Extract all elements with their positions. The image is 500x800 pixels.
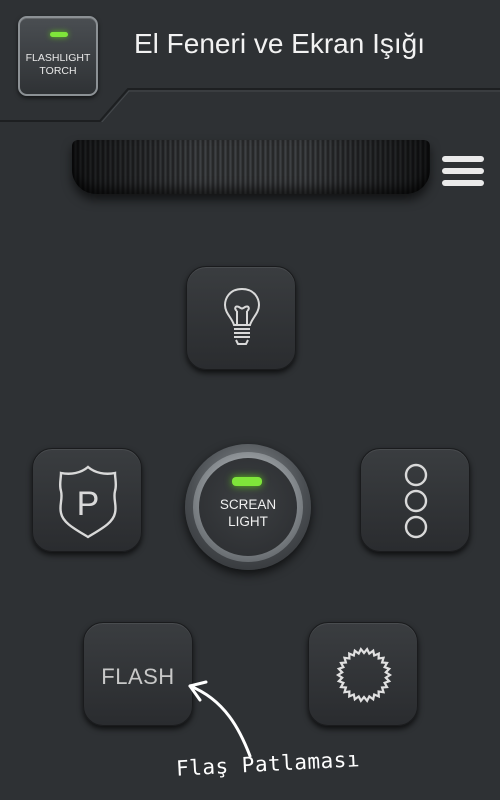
strobe-button[interactable] [308,622,418,726]
screen-light-led [232,477,262,486]
three-circles-icon [404,463,428,539]
app-icon-led [50,32,68,37]
app-icon[interactable]: FLASHLIGHT TORCH [18,16,98,96]
traffic-light-button[interactable] [360,448,470,552]
app-title: El Feneri ve Ekran Işığı [134,28,426,59]
hamburger-menu-icon[interactable] [442,156,486,188]
app-icon-label-line2: TORCH [39,65,77,77]
screen-light-button[interactable]: SCREAN LIGHT [185,444,311,570]
svg-text:P: P [77,485,100,523]
police-badge-icon: P [58,465,118,539]
police-light-button[interactable]: P [32,448,142,552]
bulb-button[interactable] [186,266,296,370]
header: FLASHLIGHT TORCH El Feneri ve Ekran Işığ… [0,0,500,122]
annotation-arrow [188,680,252,758]
screen-light-label: SCREAN LIGHT [185,496,311,530]
screen-light-label-line1: SCREAN [219,497,277,512]
app-icon-label-line1: FLASHLIGHT [25,52,91,64]
app-icon-label: FLASHLIGHT TORCH [20,52,96,78]
brightness-dial[interactable] [72,140,430,194]
strobe-burst-icon [335,647,393,703]
lightbulb-icon [223,287,261,345]
screen-light-label-line2: LIGHT [228,514,268,529]
